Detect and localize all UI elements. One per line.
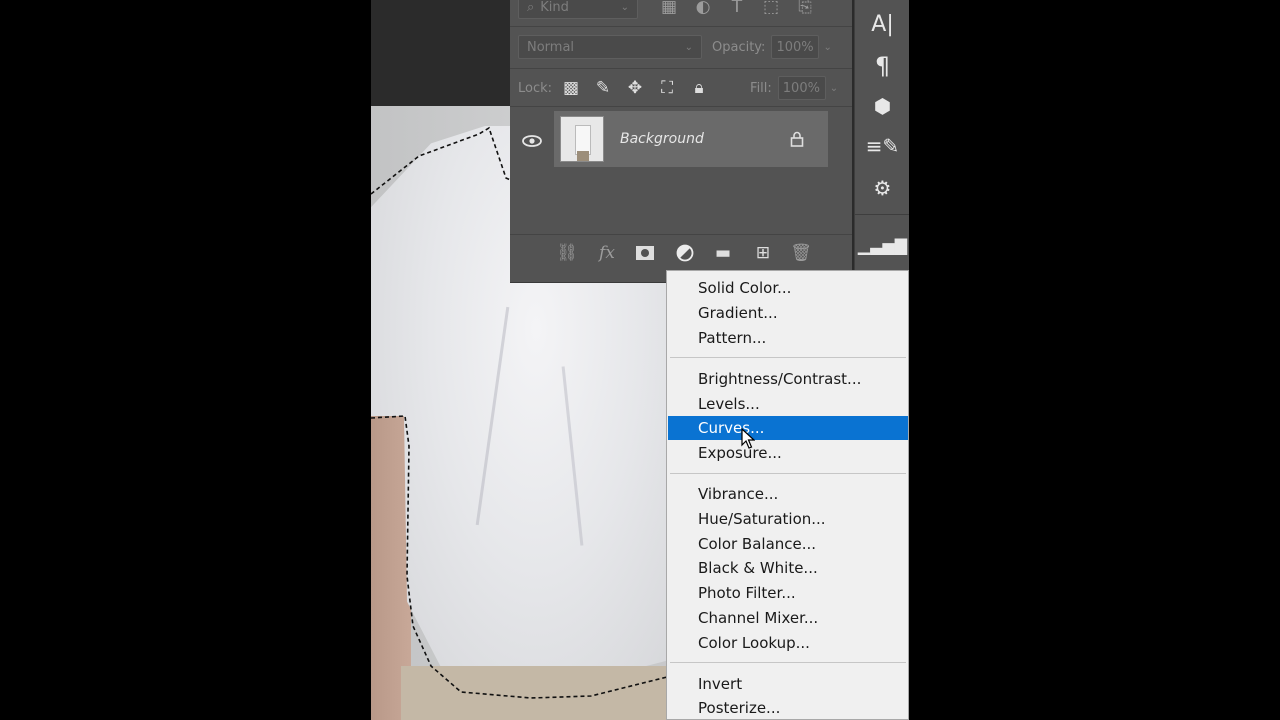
menu-separator <box>670 357 906 358</box>
adjustment-layer-icon[interactable] <box>672 241 698 265</box>
fill-value: 100% <box>782 80 820 96</box>
blend-mode-value: Normal <box>527 39 575 55</box>
fill-input[interactable]: 100% <box>777 76 826 100</box>
layer-row-background[interactable]: Background <box>554 111 828 167</box>
lock-transparent-icon[interactable]: ▩ <box>558 76 584 100</box>
lock-artboard-icon[interactable]: ⛶ <box>654 76 680 100</box>
menu-item-channel-mixer[interactable]: Channel Mixer... <box>668 606 908 630</box>
menu-item-exposure[interactable]: Exposure... <box>668 441 908 465</box>
panel-tool-strip: A| ¶ ⬢ ≡✎ ⚙ ▁▃▅▇ <box>854 0 909 270</box>
layer-lock-icon[interactable] <box>784 127 810 151</box>
type-filter-icon[interactable]: T <box>724 0 750 19</box>
new-layer-icon[interactable]: ⊞ <box>750 241 776 265</box>
character-icon[interactable]: A| <box>855 12 909 37</box>
menu-item-hue-saturation[interactable]: Hue/Saturation... <box>668 507 908 531</box>
shape-filter-icon[interactable]: ⬚ <box>758 0 784 19</box>
brush-settings-icon[interactable]: ≡✎ <box>855 134 909 158</box>
menu-item-curves[interactable]: Curves... <box>668 416 908 440</box>
chevron-down-icon[interactable]: ⌄ <box>830 83 838 94</box>
menu-item-color-balance[interactable]: Color Balance... <box>668 532 908 556</box>
link-icon[interactable]: ⛓ <box>554 241 580 265</box>
menu-item-black-white[interactable]: Black & White... <box>668 556 908 580</box>
paragraph-icon[interactable]: ¶ <box>855 52 909 80</box>
menu-item-posterize[interactable]: Posterize... <box>668 696 908 720</box>
menu-item-photo-filter[interactable]: Photo Filter... <box>668 581 908 605</box>
filter-row: ⌕ Kind ⌄ ▦ ◐ T ⬚ ⎘ <box>510 0 852 20</box>
lock-label: Lock: <box>518 80 553 96</box>
mask-icon[interactable] <box>632 241 658 265</box>
menu-item-levels[interactable]: Levels... <box>668 392 908 416</box>
blend-row: Normal ⌄ Opacity: 100% ⌄ <box>510 34 852 60</box>
opacity-value: 100% <box>776 39 814 55</box>
blend-mode-select[interactable]: Normal ⌄ <box>518 35 702 59</box>
trash-icon[interactable]: 🗑︎ <box>788 241 814 265</box>
fill-label: Fill: <box>750 80 772 96</box>
adjustment-layer-menu: Solid Color... Gradient... Pattern... Br… <box>666 270 909 720</box>
menu-item-solid-color[interactable]: Solid Color... <box>668 276 908 300</box>
menu-item-invert[interactable]: Invert <box>668 672 908 696</box>
menu-item-pattern[interactable]: Pattern... <box>668 326 908 350</box>
smart-object-filter-icon[interactable]: ⎘ <box>792 0 818 19</box>
search-icon: ⌕ <box>527 0 535 15</box>
menu-item-vibrance[interactable]: Vibrance... <box>668 482 908 506</box>
histogram-icon[interactable]: ▁▃▅▇ <box>855 236 909 255</box>
opacity-label: Opacity: <box>712 39 766 55</box>
filter-kind-select[interactable]: ⌕ Kind ⌄ <box>518 0 638 19</box>
lock-image-icon[interactable]: ✎ <box>590 76 616 100</box>
layer-name: Background <box>620 131 704 147</box>
eye-icon[interactable] <box>519 129 545 153</box>
layers-footer: ⛓ fx ▬ ⊞ 🗑︎ <box>510 240 852 266</box>
lock-all-icon[interactable]: 🔒︎ <box>686 76 712 100</box>
menu-separator <box>670 473 906 474</box>
menu-item-gradient[interactable]: Gradient... <box>668 301 908 325</box>
chevron-down-icon: ⌄ <box>620 1 629 13</box>
3d-icon[interactable]: ⬢ <box>855 94 909 118</box>
menu-separator <box>670 662 906 663</box>
chevron-down-icon: ⌄ <box>684 41 693 53</box>
folder-icon[interactable]: ▬ <box>710 241 736 265</box>
menu-item-color-lookup[interactable]: Color Lookup... <box>668 631 908 655</box>
fx-icon[interactable]: fx <box>594 241 620 265</box>
lock-row: Lock: ▩ ✎ ✥ ⛶ 🔒︎ Fill: 100% ⌄ <box>510 75 852 101</box>
layers-panel: ⌕ Kind ⌄ ▦ ◐ T ⬚ ⎘ Normal ⌄ Opacity: 100… <box>510 0 852 283</box>
filter-kind-label: Kind <box>540 0 569 15</box>
opacity-input[interactable]: 100% <box>771 35 820 59</box>
video-frame: ⌕ Kind ⌄ ▦ ◐ T ⬚ ⎘ Normal ⌄ Opacity: 100… <box>371 0 909 720</box>
lock-position-icon[interactable]: ✥ <box>622 76 648 100</box>
adjustments-icon[interactable]: ⚙ <box>855 176 909 200</box>
pixel-filter-icon[interactable]: ▦ <box>656 0 682 19</box>
adjustment-filter-icon[interactable]: ◐ <box>690 0 716 19</box>
menu-item-brightness-contrast[interactable]: Brightness/Contrast... <box>668 367 908 391</box>
layer-thumbnail <box>560 116 604 162</box>
chevron-down-icon[interactable]: ⌄ <box>823 42 831 53</box>
mouse-pointer-icon <box>741 428 755 449</box>
